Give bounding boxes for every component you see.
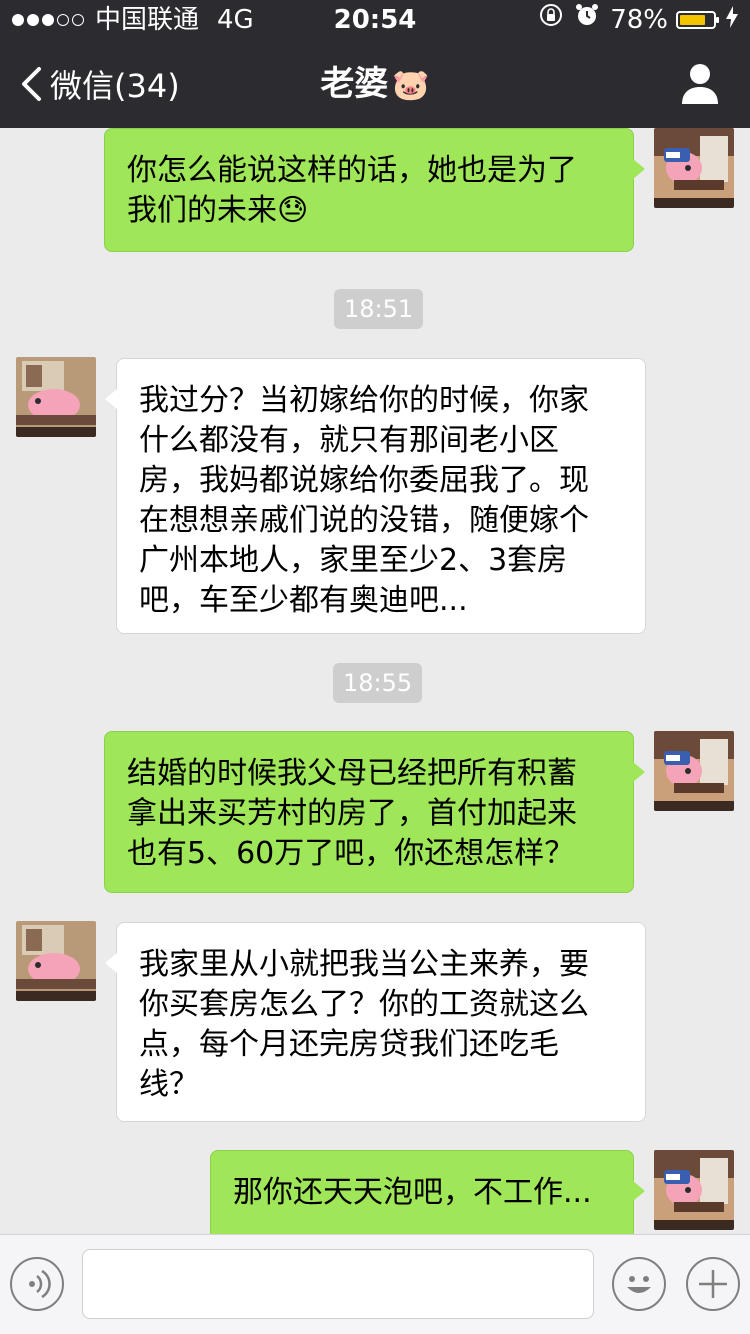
chat-title: 老婆 🐷: [0, 40, 750, 128]
message-line: 房，我妈都说嫁给你委屈我了。现: [139, 463, 589, 498]
emoji-icon[interactable]: [612, 1257, 666, 1311]
nav-bar: 微信(34) 老婆 🐷: [0, 40, 750, 128]
message-line: 我们的未来😓: [127, 193, 309, 228]
avatar-self[interactable]: [654, 731, 734, 811]
message-line: 那你还天天泡吧，不工作...: [233, 1175, 592, 1210]
message-line: 吧，车至少都有奥迪吧...: [139, 583, 468, 618]
charging-bolt-icon: [726, 0, 738, 40]
bubble-tail: [105, 389, 117, 409]
message-line: 你买套房怎么了？你的工资就这么: [139, 987, 589, 1022]
pig-emoji: 🐷: [392, 68, 430, 103]
message-bubble-received[interactable]: 我家里从小就把我当公主来养，要 你买套房怎么了？你的工资就这么 点，每个月还完房…: [105, 922, 646, 1122]
message-line: 我家里从小就把我当公主来养，要: [139, 947, 589, 982]
message-line: 线？: [139, 1067, 199, 1102]
status-right: 78%: [528, 0, 738, 40]
battery-icon: [676, 11, 719, 29]
message-line: 点，每个月还完房贷我们还吃毛: [139, 1027, 559, 1062]
bubble-tail: [105, 953, 117, 973]
avatar-self[interactable]: [654, 128, 734, 208]
message-line: 也有5、60万了吧，你还想怎样？: [127, 836, 575, 871]
timestamp: 18:55: [333, 663, 423, 703]
input-bar: [0, 1234, 750, 1334]
voice-icon[interactable]: [10, 1257, 64, 1311]
message-line: 你怎么能说这样的话，她也是为了: [127, 153, 577, 188]
message-line: 结婚的时候我父母已经把所有积蓄: [127, 756, 577, 791]
message-input[interactable]: [82, 1249, 594, 1319]
message-line: 我过分？当初嫁给你的时候，你家: [139, 383, 589, 418]
timestamp: 18:51: [334, 289, 424, 329]
avatar-contact[interactable]: [16, 357, 96, 437]
message-line: 拿出来买芳村的房了，首付加起来: [127, 796, 577, 831]
chat-screen: 中国联通 4G 20:54 78% 微信(34) 老婆 🐷 你怎么能说这样的话，…: [0, 0, 750, 1334]
message-line: 广州本地人，家里至少2、3套房: [139, 543, 568, 578]
battery-nub: [716, 17, 719, 23]
avatar-contact[interactable]: [16, 921, 96, 1001]
avatar-self[interactable]: [654, 1150, 734, 1230]
bubble-tail: [633, 1181, 645, 1201]
bubble-tail: [633, 762, 645, 782]
message-line: 在想想亲戚们说的没错，随便嫁个: [139, 503, 589, 538]
plus-icon[interactable]: [686, 1257, 740, 1311]
alarm-icon: [574, 0, 600, 40]
profile-icon[interactable]: [680, 62, 720, 106]
message-bubble-sent[interactable]: 结婚的时候我父母已经把所有积蓄 拿出来买芳村的房了，首付加起来 也有5、60万了…: [104, 731, 645, 893]
message-bubble-received[interactable]: 我过分？当初嫁给你的时候，你家 什么都没有，就只有那间老小区 房，我妈都说嫁给你…: [105, 358, 646, 634]
message-bubble-sent[interactable]: 你怎么能说这样的话，她也是为了 我们的未来😓: [104, 128, 645, 252]
message-list[interactable]: 你怎么能说这样的话，她也是为了 我们的未来😓 18:51 我过分？当初嫁给你的时…: [0, 128, 750, 1234]
orientation-lock-icon: [538, 0, 564, 40]
battery-fill: [680, 15, 705, 25]
chat-title-text: 老婆: [320, 64, 389, 104]
battery-percent: 78%: [610, 5, 668, 35]
message-bubble-sent[interactable]: 那你还天天泡吧，不工作...: [210, 1150, 645, 1234]
status-bar: 中国联通 4G 20:54 78%: [0, 0, 750, 40]
bubble-tail: [633, 159, 645, 179]
message-line: 什么都没有，就只有那间老小区: [139, 423, 559, 458]
